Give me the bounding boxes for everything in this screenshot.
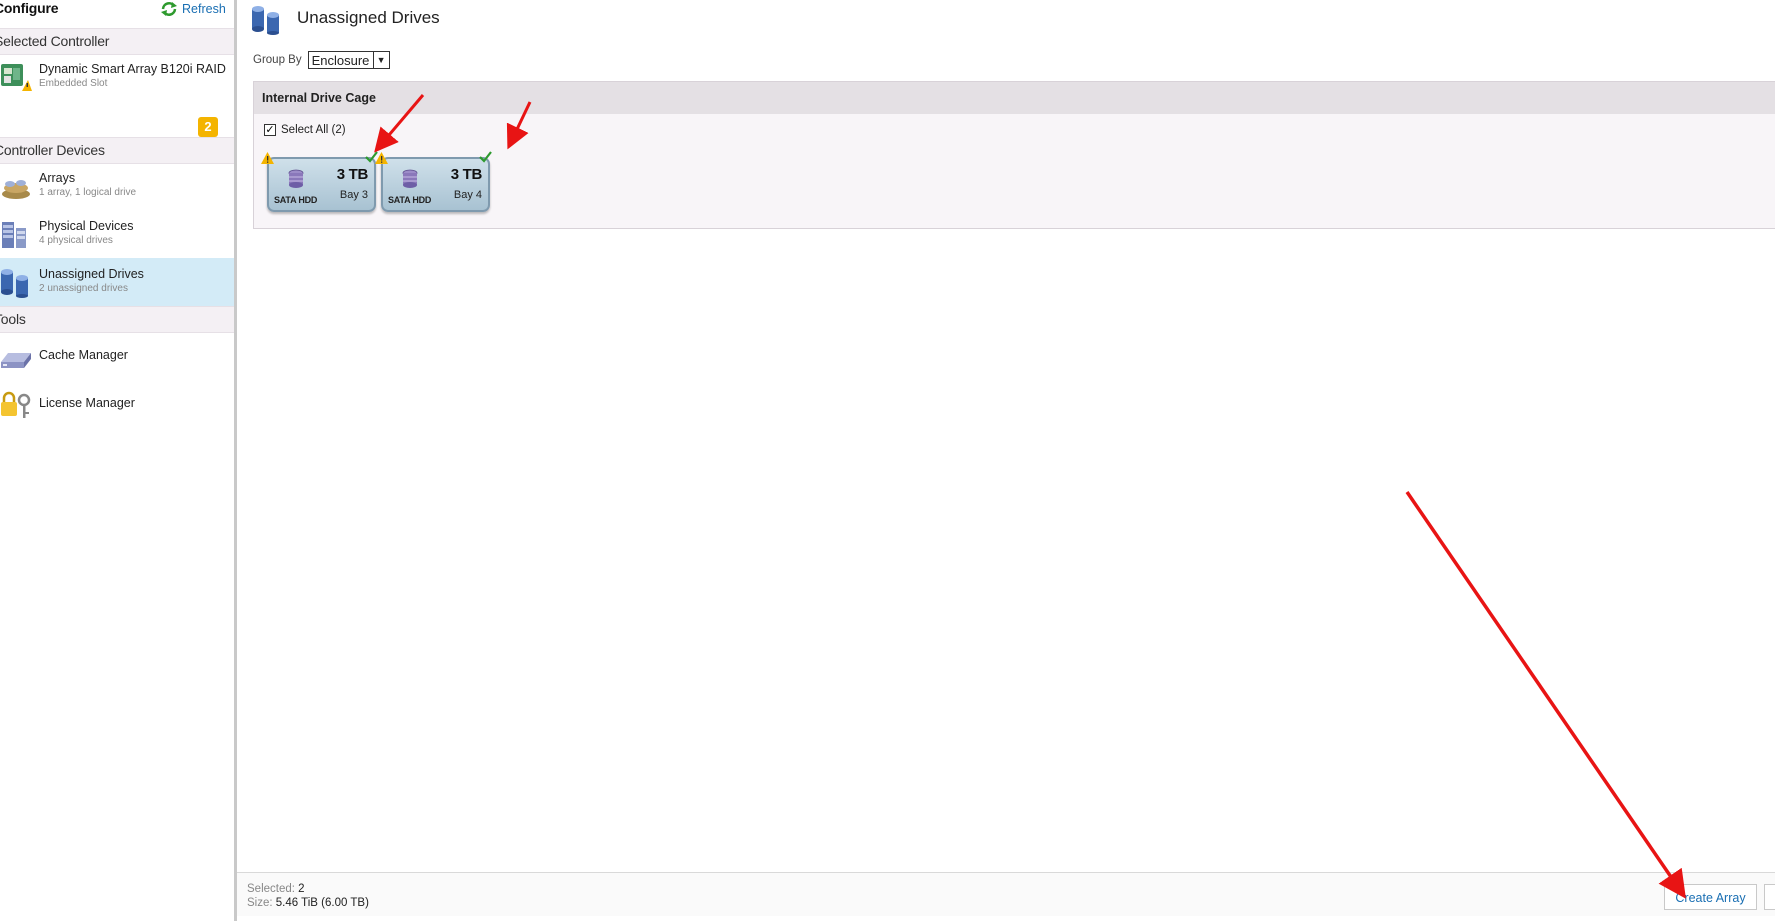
select-all-control[interactable]: ✓ Select All (2) bbox=[264, 124, 346, 136]
selected-label: Selected: bbox=[247, 883, 295, 895]
group-by-control: Group By Enclosure ▼ bbox=[253, 51, 390, 69]
arrays-icon bbox=[2, 180, 30, 199]
drive-bay: Bay 4 bbox=[453, 189, 482, 201]
section-selected-controller: Selected Controller bbox=[0, 28, 234, 55]
refresh-label: Refresh bbox=[182, 2, 226, 16]
select-all-checkbox[interactable]: ✓ bbox=[264, 124, 276, 136]
controller-sub: Embedded Slot bbox=[39, 78, 108, 89]
sidebar-title: Configure bbox=[0, 0, 59, 16]
cache-manager-icon bbox=[1, 353, 31, 368]
sidebar: Configure Refresh Selected Controller Dy… bbox=[0, 0, 234, 921]
selection-footer: Selected: 2 Size: 5.46 TiB (6.00 TB) Cre… bbox=[237, 872, 1775, 916]
warning-icon bbox=[261, 152, 274, 164]
selected-value: 2 bbox=[298, 883, 305, 895]
main-content: Unassigned Drives Group By Enclosure ▼ I… bbox=[237, 0, 1775, 921]
drive-card-bay-4[interactable]: SATA HDD 3 TB Bay 4 bbox=[375, 151, 492, 212]
size-value: 5.46 TiB (6.00 TB) bbox=[275, 897, 369, 909]
arrays-label: Arrays bbox=[39, 171, 76, 185]
drive-size: 3 TB bbox=[450, 166, 483, 183]
drive-type: SATA HDD bbox=[274, 195, 318, 205]
drive-card-bay-3[interactable]: SATA HDD 3 TB Bay 3 bbox=[261, 151, 378, 212]
alert-count-badge[interactable]: 2 bbox=[198, 117, 218, 137]
selected-size: Size: 5.46 TiB (6.00 TB) bbox=[247, 897, 369, 909]
drive-type: SATA HDD bbox=[388, 195, 432, 205]
group-by-value: Enclosure bbox=[311, 52, 370, 68]
group-by-label: Group By bbox=[253, 54, 302, 66]
refresh-button[interactable]: Refresh bbox=[160, 0, 226, 18]
hard-drive-icon bbox=[402, 169, 418, 188]
sidebar-item-unassigned-drives[interactable]: Unassigned Drives 2 unassigned drives bbox=[0, 258, 234, 306]
selected-count: Selected: 2 bbox=[247, 883, 305, 895]
drive-bay: Bay 3 bbox=[339, 189, 368, 201]
controller-label: Dynamic Smart Array B120i RAID bbox=[39, 62, 226, 76]
size-label: Size: bbox=[247, 897, 273, 909]
physical-devices-label: Physical Devices bbox=[39, 219, 134, 233]
sidebar-item-cache-manager[interactable]: Cache Manager bbox=[0, 332, 234, 380]
physical-devices-icon bbox=[2, 222, 26, 248]
panel-title: Internal Drive Cage bbox=[254, 82, 1775, 114]
create-array-button[interactable]: Create Array bbox=[1664, 884, 1757, 910]
select-all-label: Select All (2) bbox=[281, 124, 346, 136]
chevron-down-icon: ▼ bbox=[372, 52, 389, 68]
unassigned-drives-title-icon bbox=[252, 6, 279, 35]
arrays-sub: 1 array, 1 logical drive bbox=[39, 187, 137, 198]
section-tools: Tools bbox=[0, 306, 234, 333]
controller-card-icon bbox=[1, 64, 32, 91]
unassigned-drives-icon bbox=[1, 269, 28, 298]
license-manager-icon bbox=[1, 391, 31, 418]
check-icon bbox=[479, 151, 492, 163]
group-by-select[interactable]: Enclosure ▼ bbox=[307, 51, 390, 69]
sidebar-header: Configure Refresh bbox=[0, 0, 234, 28]
secondary-action-button[interactable] bbox=[1764, 884, 1775, 910]
page-title: Unassigned Drives bbox=[297, 8, 440, 27]
section-controller-devices: Controller Devices bbox=[0, 137, 234, 164]
sidebar-item-arrays[interactable]: Arrays 1 array, 1 logical drive bbox=[0, 162, 234, 210]
physical-devices-sub: 4 physical drives bbox=[39, 235, 113, 246]
drive-cage-panel: Internal Drive Cage ✓ Select All (2) SAT… bbox=[253, 81, 1775, 229]
cache-manager-label: Cache Manager bbox=[39, 348, 128, 362]
sidebar-item-license-manager[interactable]: License Manager bbox=[0, 380, 234, 428]
unassigned-drives-label: Unassigned Drives bbox=[39, 267, 144, 281]
controller-item[interactable]: Dynamic Smart Array B120i RAID Embedded … bbox=[0, 54, 234, 104]
refresh-icon bbox=[161, 2, 177, 16]
sidebar-item-physical-devices[interactable]: Physical Devices 4 physical drives bbox=[0, 210, 234, 258]
warning-icon bbox=[375, 152, 388, 164]
drive-size: 3 TB bbox=[336, 166, 369, 183]
hard-drive-icon bbox=[288, 169, 304, 188]
license-manager-label: License Manager bbox=[39, 396, 135, 410]
unassigned-drives-sub: 2 unassigned drives bbox=[39, 283, 128, 294]
